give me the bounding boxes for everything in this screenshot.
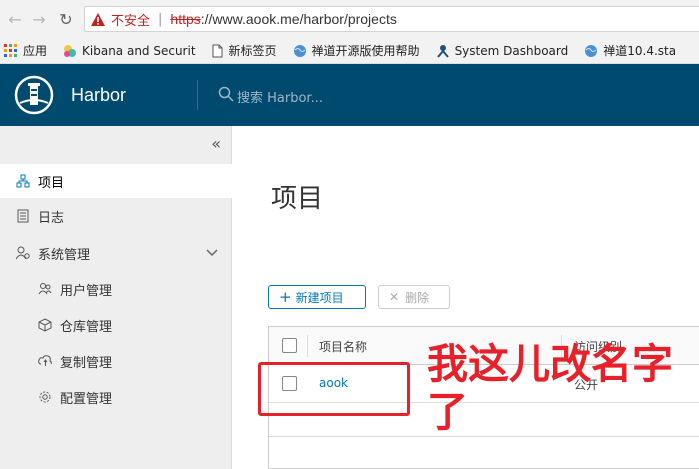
app-header: Harbor 搜索 Harbor... bbox=[0, 64, 699, 126]
kibana-icon bbox=[63, 44, 77, 58]
double-chevron-left-icon[interactable]: « bbox=[211, 134, 221, 153]
warning-icon bbox=[91, 12, 105, 26]
bookmark-kibana[interactable]: Kibana and Securit bbox=[63, 44, 196, 58]
bookmarks-bar: 应用 Kibana and Securit 新标签页 禅道开源版使用帮助 Sys… bbox=[0, 38, 699, 64]
reload-icon[interactable]: ↻ bbox=[55, 8, 77, 30]
back-icon[interactable]: ← bbox=[4, 8, 26, 30]
log-icon bbox=[16, 209, 30, 223]
column-divider bbox=[307, 335, 308, 357]
chevron-down-icon[interactable] bbox=[206, 246, 218, 260]
bookmark-zentao[interactable]: 禅道10.4.sta bbox=[584, 42, 676, 59]
select-all-checkbox[interactable] bbox=[282, 338, 297, 353]
page-title: 项目 bbox=[271, 184, 324, 214]
sidebar-item-label: 复制管理 bbox=[60, 355, 113, 371]
close-icon: ✕ bbox=[389, 290, 400, 304]
sidebar: « 项目 日志 系统管理 用户管理 仓库管理 复制管理 配置管理 bbox=[0, 126, 232, 469]
sidebar-item-projects[interactable]: 项目 bbox=[0, 164, 232, 198]
new-project-button[interactable]: + 新建项目 bbox=[268, 285, 366, 309]
sidebar-item-label: 项目 bbox=[38, 175, 65, 191]
admin-icon bbox=[15, 246, 30, 260]
sidebar-item-configuration[interactable]: 配置管理 bbox=[0, 380, 232, 414]
bookmark-label: 禅道10.4.sta bbox=[603, 44, 677, 58]
new-project-label: 新建项目 bbox=[295, 290, 344, 305]
delete-button[interactable]: ✕ 删除 bbox=[378, 285, 450, 309]
search-icon bbox=[218, 86, 234, 106]
sidebar-item-registries[interactable]: 仓库管理 bbox=[0, 308, 232, 342]
apps-grid-icon bbox=[4, 43, 18, 58]
sidebar-item-label: 日志 bbox=[38, 210, 65, 226]
globe-icon bbox=[584, 44, 598, 58]
users-icon bbox=[38, 282, 52, 296]
sidebar-item-label: 系统管理 bbox=[38, 247, 91, 263]
forward-icon[interactable]: → bbox=[28, 8, 50, 30]
brand-name[interactable]: Harbor bbox=[71, 85, 126, 106]
search-input[interactable]: 搜索 Harbor... bbox=[237, 87, 323, 106]
sidebar-item-label: 仓库管理 bbox=[60, 319, 113, 335]
delete-label: 删除 bbox=[405, 290, 430, 305]
column-header-name[interactable]: 项目名称 bbox=[319, 338, 367, 355]
registry-icon bbox=[38, 318, 52, 332]
jira-icon bbox=[436, 44, 450, 58]
bookmark-label: 应用 bbox=[23, 44, 48, 58]
address-bar[interactable]: 不安全 | https://www.aook.me/harbor/project… bbox=[84, 6, 699, 32]
global-search[interactable]: 搜索 Harbor... bbox=[218, 86, 323, 106]
gear-icon bbox=[38, 390, 52, 404]
sidebar-item-administration[interactable]: 系统管理 bbox=[0, 236, 232, 270]
browser-toolbar: ← → ↻ 不安全 | https://www.aook.me/harbor/p… bbox=[0, 0, 699, 38]
sidebar-item-label: 用户管理 bbox=[60, 283, 113, 299]
sidebar-item-users[interactable]: 用户管理 bbox=[0, 272, 232, 306]
sidebar-item-replications[interactable]: 复制管理 bbox=[0, 344, 232, 378]
bookmark-new-tab[interactable]: 新标签页 bbox=[210, 42, 277, 59]
bookmark-label: System Dashboard bbox=[454, 43, 569, 58]
bookmark-label: 新标签页 bbox=[228, 44, 277, 58]
bookmark-label: Kibana and Securit bbox=[82, 43, 196, 58]
security-label[interactable]: 不安全 bbox=[111, 10, 150, 29]
annotation-highlight-box bbox=[258, 362, 410, 416]
bookmark-apps[interactable]: 应用 bbox=[4, 42, 47, 59]
harbor-logo-icon[interactable] bbox=[14, 75, 54, 115]
sidebar-item-logs[interactable]: 日志 bbox=[0, 199, 232, 233]
bookmark-label: 禅道开源版使用帮助 bbox=[311, 44, 420, 58]
url-path: ://www.aook.me/harbor/projects bbox=[200, 11, 397, 27]
annotation-note: 我这儿改名字了 bbox=[427, 340, 673, 436]
replication-icon bbox=[38, 354, 52, 368]
page-icon bbox=[210, 44, 224, 58]
bookmark-zentao-help[interactable]: 禅道开源版使用帮助 bbox=[293, 42, 420, 59]
globe-icon bbox=[293, 44, 307, 58]
address-separator: | bbox=[158, 11, 163, 27]
bookmark-system-dashboard[interactable]: System Dashboard bbox=[436, 43, 569, 58]
project-icon bbox=[16, 174, 30, 188]
url-scheme: https bbox=[170, 11, 201, 27]
plus-icon: + bbox=[279, 288, 292, 306]
header-divider bbox=[197, 80, 198, 110]
sidebar-item-label: 配置管理 bbox=[60, 391, 113, 407]
